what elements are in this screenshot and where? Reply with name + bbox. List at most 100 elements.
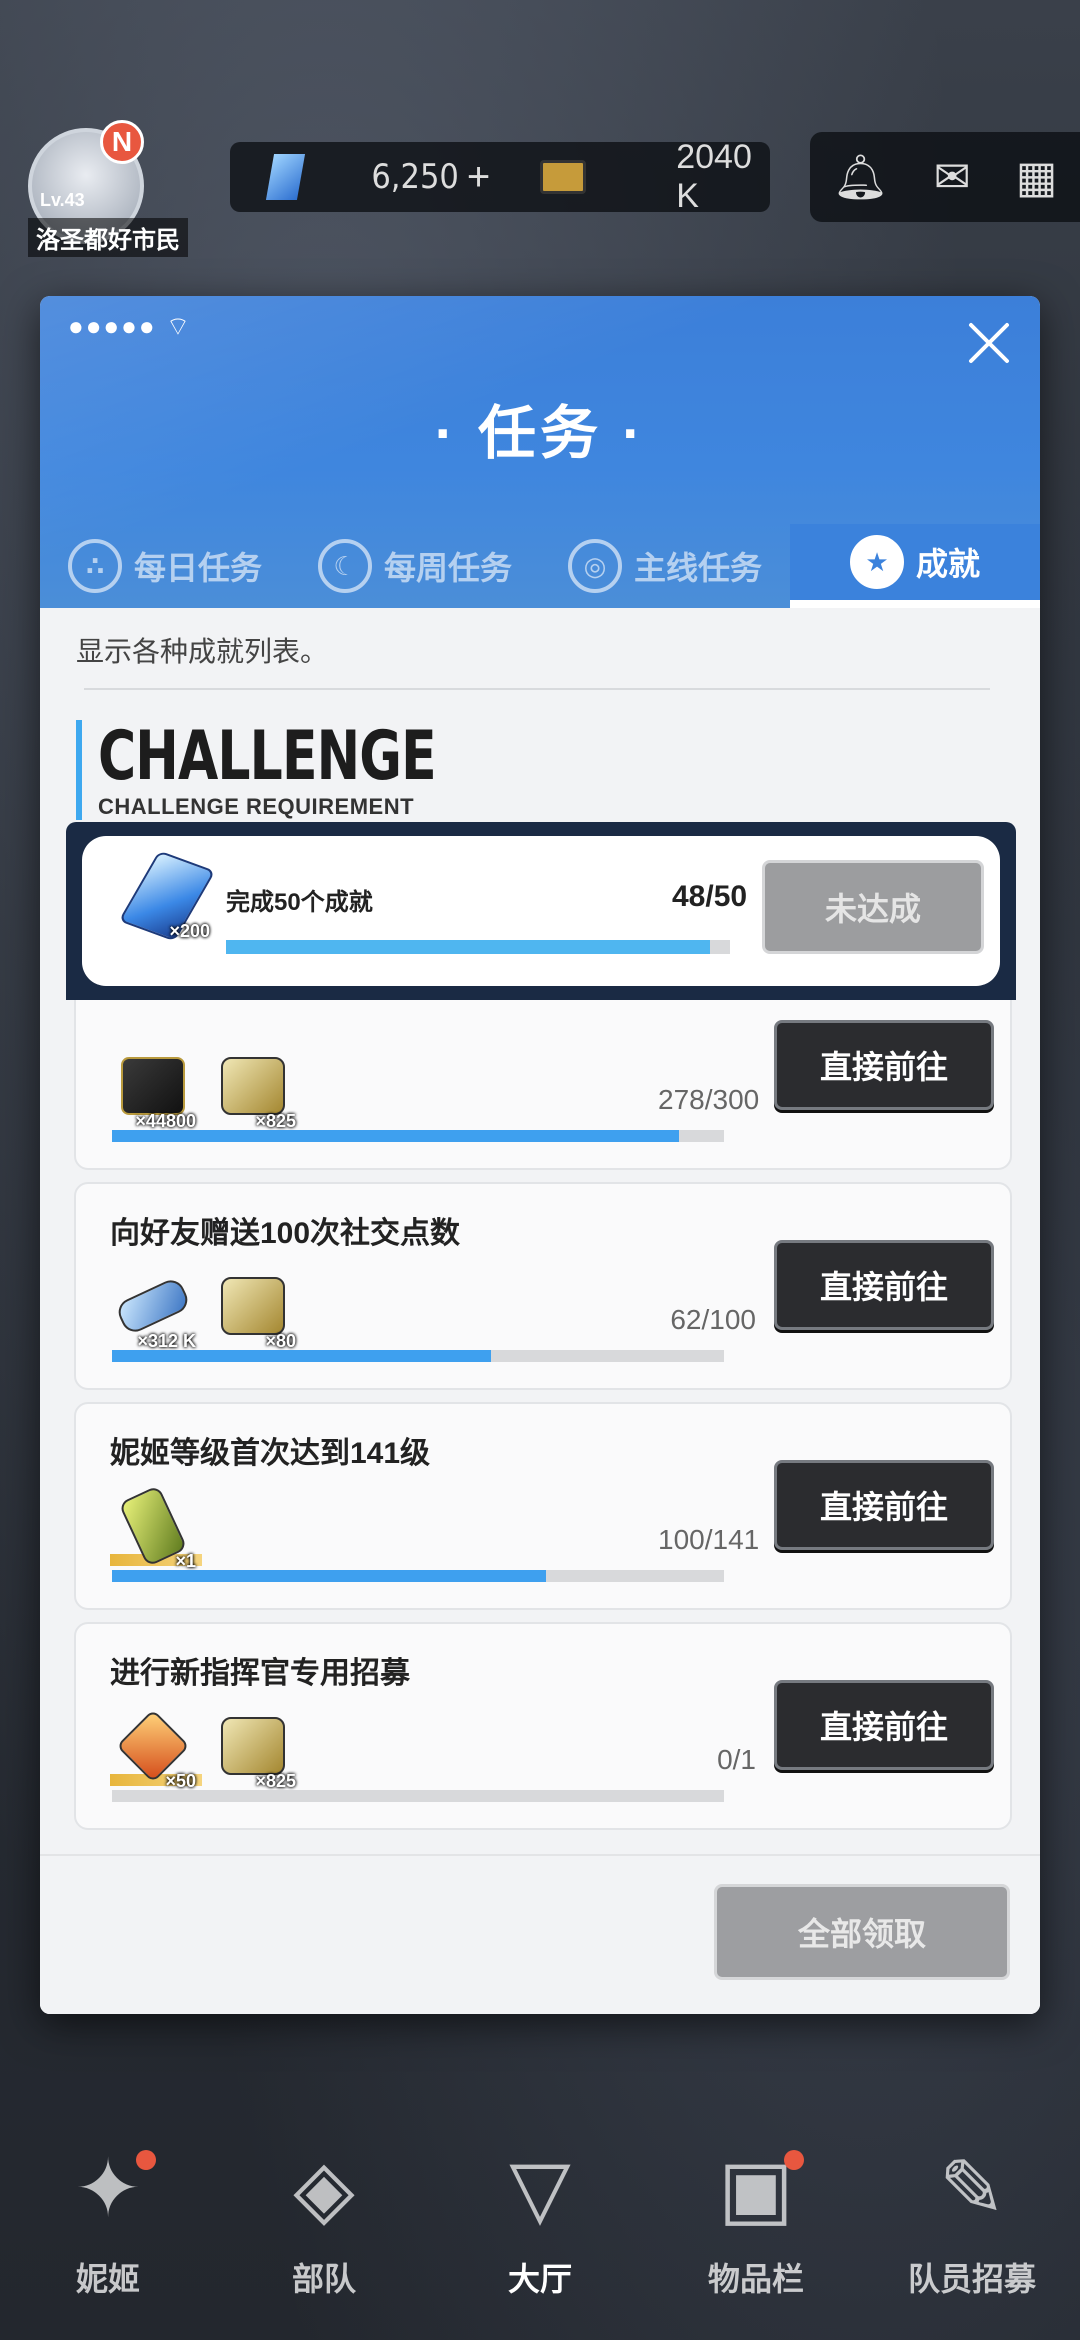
tab-main[interactable]: ◎ 主线任务 xyxy=(540,524,790,608)
player-name: 洛圣都好市民 xyxy=(28,218,188,257)
nav-inventory[interactable]: ▣ 物品栏 xyxy=(648,2090,864,2340)
nav-label: 物品栏 xyxy=(707,2261,804,2297)
add-gems-button[interactable]: + xyxy=(467,155,490,200)
mail-icon[interactable]: ✉ xyxy=(934,152,971,203)
progress-text: 48/50 xyxy=(672,880,748,913)
star-icon: ★ xyxy=(849,535,904,589)
gem-count: 6,250 xyxy=(371,157,459,197)
squad-icon: ◈ xyxy=(293,2144,355,2233)
reward-qty: ×1 xyxy=(175,1551,196,1571)
reward-qty: ×825 xyxy=(255,1111,296,1131)
claim-all-button[interactable]: 全部领取 xyxy=(714,1884,1010,1980)
achievement-title: 进行新指挥官专用招募 xyxy=(110,1657,410,1690)
signal-indicator: ●●●●● ⌔ xyxy=(68,311,193,341)
reward-item[interactable]: ×825 xyxy=(210,1046,296,1131)
achievement-card: 进行新指挥官专用招募 ×50 ×825 0/1 直接前往 xyxy=(74,1622,1012,1830)
moon-icon: ☾ xyxy=(317,539,372,593)
globe-icon: ◎ xyxy=(567,539,622,593)
progress-text: 278/300 xyxy=(658,1084,760,1115)
close-button[interactable] xyxy=(962,316,1016,370)
section-subtitle: CHALLENGE REQUIREMENT xyxy=(98,794,415,819)
modal-body: 显示各种成就列表。 CHALLENGE CHALLENGE REQUIREMEN… xyxy=(40,608,1040,2014)
gold-module-icon xyxy=(221,1277,285,1335)
gold-module-icon xyxy=(221,1057,285,1115)
reward-qty: ×825 xyxy=(255,1771,296,1791)
credit-count: 2040 K xyxy=(676,138,752,215)
gold-module-icon xyxy=(221,1717,285,1775)
achievement-card: 妮姬等级首次达到141级 ×1 100/141 直接前往 xyxy=(74,1402,1012,1610)
section-title: CHALLENGE xyxy=(98,717,437,796)
progress-fill xyxy=(112,1350,492,1362)
recruit-icon: ✎ xyxy=(938,2144,1006,2233)
modal-title: · 任务 · xyxy=(434,401,646,466)
mission-modal: ●●●●● ⌔ · 任务 · ∴ 每日任务 ☾ 每周任务 ◎ 主线任务 ★ 成就 xyxy=(40,296,1040,2014)
bell-icon[interactable]: 🔔︎ xyxy=(833,151,889,203)
reward-qty: ×50 xyxy=(165,1771,196,1791)
currency-bar: 6,250 + 2040 K xyxy=(230,138,770,215)
credit-case-icon xyxy=(121,1057,185,1115)
tab-label: 每日任务 xyxy=(133,550,262,586)
tab-label: 成就 xyxy=(915,546,980,582)
tab-daily[interactable]: ∴ 每日任务 xyxy=(40,524,290,608)
reward-list: ×44800 ×825 xyxy=(110,1046,296,1131)
reward-list: ×312 K ×80 xyxy=(110,1266,296,1351)
tab-description: 显示各种成就列表。 xyxy=(76,636,329,667)
divider xyxy=(84,688,990,690)
tab-label: 每周任务 xyxy=(383,550,512,586)
nav-recruit[interactable]: ✎ 队员招募 xyxy=(864,2090,1080,2340)
bottom-nav: ✦ 妮姬 ◈ 部队 ▽ 大厅 ▣ 物品栏 ✎ 队员招募 xyxy=(0,2090,1080,2340)
nav-label: 部队 xyxy=(291,2261,356,2297)
mission-tabs: ∴ 每日任务 ☾ 每周任务 ◎ 主线任务 ★ 成就 xyxy=(40,524,1040,608)
go-button[interactable]: 直接前往 xyxy=(774,1020,994,1110)
progress-bar xyxy=(112,1570,724,1582)
dots-icon: ∴ xyxy=(67,539,122,593)
reward-list: ×1 xyxy=(110,1484,202,1571)
progress-fill xyxy=(226,940,710,954)
progress-bar xyxy=(112,1790,724,1802)
reward-qty: ×44800 xyxy=(135,1111,196,1131)
progress-bar xyxy=(226,940,730,954)
notification-dot xyxy=(784,2150,804,2170)
nav-squad[interactable]: ◈ 部队 xyxy=(216,2090,432,2340)
nav-nikke[interactable]: ✦ 妮姬 xyxy=(0,2090,216,2340)
achievement-title: 完成50个成就 xyxy=(226,889,373,916)
progress-text: 62/100 xyxy=(670,1304,756,1335)
modal-footer: 全部领取 xyxy=(40,1854,1040,2014)
grid-menu-icon[interactable]: ▦ xyxy=(1016,152,1058,203)
nav-lobby[interactable]: ▽ 大厅 xyxy=(432,2090,648,2340)
nav-label: 大厅 xyxy=(507,2261,572,2297)
avatar-badge: N xyxy=(100,120,144,164)
data-drive-icon xyxy=(114,1275,192,1337)
nav-label: 妮姬 xyxy=(75,2261,140,2297)
achievement-list[interactable]: ×44800 ×825 278/300 直接前往 向好友赠送100次社交点数 ×… xyxy=(74,858,1012,1842)
reward-item[interactable]: ×1 xyxy=(110,1484,202,1571)
nav-label: 队员招募 xyxy=(907,2261,1036,2297)
tab-achievements[interactable]: ★ 成就 xyxy=(790,524,1040,608)
reward-item[interactable]: ×80 xyxy=(210,1266,296,1351)
featured-achievement-frame: ×200 完成50个成就 48/50 未达成 xyxy=(66,822,1016,1000)
top-right-icons: 🔔︎ ✉ ▦ xyxy=(810,132,1080,222)
achievement-title: 妮姬等级首次达到141级 xyxy=(110,1437,431,1470)
achievement-title: 向好友赠送100次社交点数 xyxy=(110,1217,461,1250)
achievement-card: 向好友赠送100次社交点数 ×312 K ×80 62/100 直接前往 xyxy=(74,1182,1012,1390)
go-button[interactable]: 直接前往 xyxy=(774,1240,994,1330)
reward-item[interactable]: ×200 xyxy=(118,850,216,942)
tab-weekly[interactable]: ☾ 每周任务 xyxy=(290,524,540,608)
progress-fill xyxy=(112,1570,546,1582)
reward-item[interactable]: ×825 xyxy=(210,1706,296,1791)
progress-text: 100/141 xyxy=(658,1524,760,1555)
progress-fill xyxy=(112,1130,680,1142)
tab-label: 主线任务 xyxy=(633,550,762,586)
reward-item[interactable]: ×312 K xyxy=(110,1266,196,1351)
go-button[interactable]: 直接前往 xyxy=(774,1460,994,1550)
reward-item[interactable]: ×50 xyxy=(110,1706,202,1791)
go-button[interactable]: 直接前往 xyxy=(774,1680,994,1770)
progress-bar xyxy=(112,1350,724,1362)
not-achieved-button[interactable]: 未达成 xyxy=(762,860,984,954)
section-header: CHALLENGE CHALLENGE REQUIREMENT xyxy=(76,720,495,820)
gem-icon xyxy=(265,154,306,200)
close-icon xyxy=(969,323,1009,363)
reward-list: ×50 ×825 xyxy=(110,1706,296,1791)
modal-header: ●●●●● ⌔ · 任务 · ∴ 每日任务 ☾ 每周任务 ◎ 主线任务 ★ 成就 xyxy=(40,296,1040,608)
reward-item[interactable]: ×44800 xyxy=(110,1046,196,1131)
